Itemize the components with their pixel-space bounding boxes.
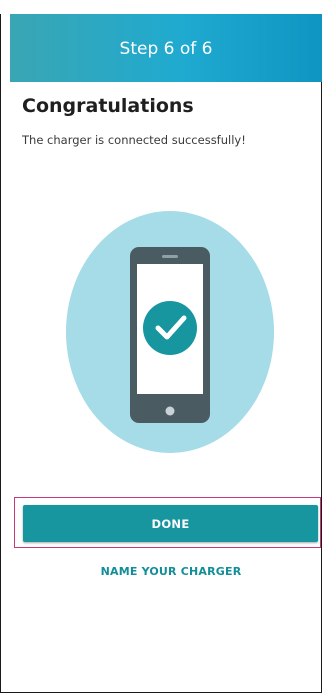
success-message: The charger is connected successfully! [22, 133, 246, 147]
step-indicator: Step 6 of 6 [119, 39, 213, 59]
status-icons [132, 2, 192, 17]
name-your-charger-button[interactable]: NAME YOUR CHARGER [0, 565, 322, 578]
done-button[interactable]: DONE [23, 505, 318, 542]
page-title: Congratulations [22, 95, 194, 117]
status-bar [0, 0, 322, 17]
app-bar: Step 6 of 6 [10, 14, 322, 82]
